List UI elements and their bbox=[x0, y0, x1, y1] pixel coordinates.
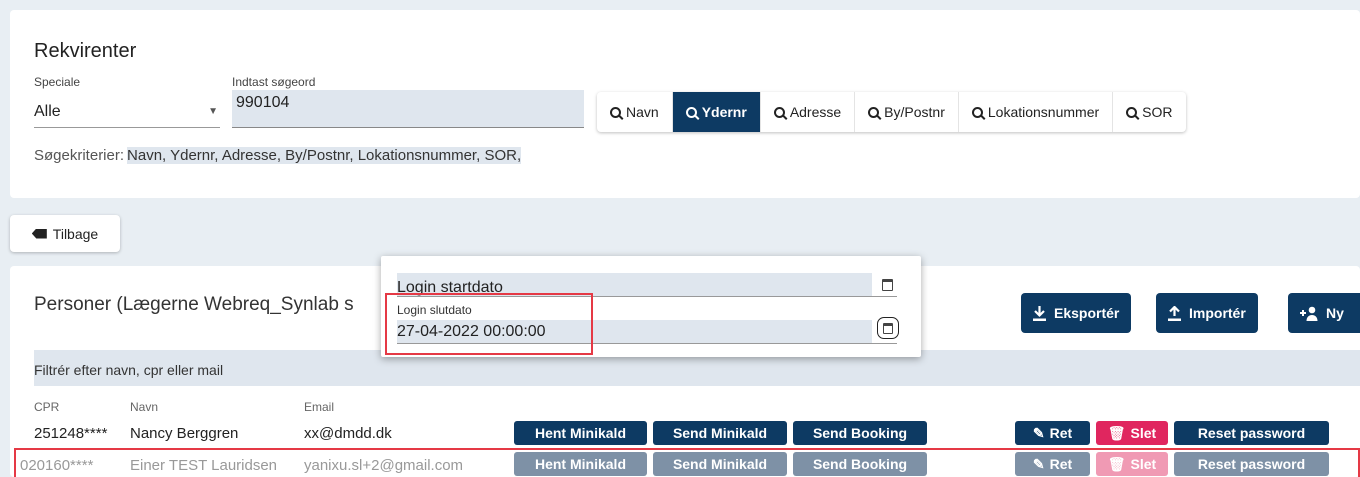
search-icon bbox=[610, 106, 621, 118]
search-ydernr-button[interactable]: Ydernr bbox=[672, 92, 761, 132]
column-header-navn: Navn bbox=[130, 400, 159, 414]
speciale-select[interactable]: Alle ▼ bbox=[34, 96, 220, 128]
search-navn-button[interactable]: Navn bbox=[597, 92, 673, 132]
row-email: xx@dmdd.dk bbox=[304, 425, 392, 442]
delete-label: Slet bbox=[1130, 425, 1157, 441]
chevron-down-icon: ▼ bbox=[208, 106, 218, 117]
search-icon bbox=[1126, 106, 1138, 118]
speciale-label: Speciale bbox=[34, 75, 81, 89]
search-field-buttons: Navn Ydernr Adresse By/Postnr Lokationsn… bbox=[597, 92, 1186, 132]
calendar-icon[interactable] bbox=[882, 279, 893, 291]
speciale-value: Alle bbox=[34, 102, 61, 120]
search-icon bbox=[685, 106, 697, 118]
filter-placeholder: Filtrér efter navn, cpr eller mail bbox=[34, 362, 224, 378]
trash-icon: 🗑 bbox=[1107, 424, 1126, 441]
search-icon bbox=[773, 106, 785, 118]
search-input-value: 990104 bbox=[236, 94, 290, 111]
search-panel: Rekvirenter Speciale Alle ▼ Indtast søge… bbox=[10, 10, 1360, 198]
send-booking-button[interactable]: Send Booking bbox=[793, 421, 927, 445]
search-navn-label: Navn bbox=[626, 104, 659, 120]
search-bypostnr-label: By/Postnr bbox=[884, 104, 945, 120]
persons-title: Personer (Lægerne Webreq_Synlab s bbox=[34, 294, 354, 315]
search-criteria: Søgekriterier: Navn, Ydernr, Adresse, By… bbox=[34, 147, 522, 164]
edit-button[interactable]: ✎ Ret bbox=[1015, 421, 1090, 445]
hent-minikald-button[interactable]: Hent Minikald bbox=[514, 421, 647, 445]
send-minikald-button[interactable]: Send Minikald bbox=[653, 421, 787, 445]
search-lokationsnummer-button[interactable]: Lokationsnummer bbox=[959, 92, 1114, 132]
search-icon bbox=[971, 106, 983, 118]
search-lokationsnummer-label: Lokationsnummer bbox=[987, 104, 1100, 120]
edit-icon: ✎ bbox=[1032, 424, 1045, 441]
add-user-icon bbox=[1300, 306, 1318, 321]
criteria-value: Navn, Ydernr, Adresse, By/Postnr, Lokati… bbox=[127, 147, 522, 164]
search-icon bbox=[868, 106, 880, 118]
export-button[interactable]: Eksportér bbox=[1021, 293, 1132, 333]
search-sor-button[interactable]: SOR bbox=[1113, 92, 1185, 132]
upload-icon bbox=[1168, 305, 1181, 321]
import-button[interactable]: Importér bbox=[1156, 293, 1258, 333]
back-button-label: Tilbage bbox=[52, 225, 99, 242]
delete-button[interactable]: 🗑 Slet bbox=[1096, 421, 1168, 445]
calendar-icon[interactable] bbox=[877, 317, 899, 339]
search-adresse-button[interactable]: Adresse bbox=[761, 92, 856, 132]
back-button[interactable]: Tilbage bbox=[10, 215, 120, 252]
search-ydernr-label: Ydernr bbox=[701, 104, 747, 120]
page-title: Rekvirenter bbox=[34, 40, 137, 62]
column-header-email: Email bbox=[304, 400, 335, 414]
row-highlight-outline bbox=[14, 448, 1360, 477]
export-label: Eksportér bbox=[1054, 305, 1120, 321]
download-icon bbox=[1033, 305, 1046, 321]
backspace-icon bbox=[31, 228, 47, 239]
criteria-label: Søgekriterier: bbox=[34, 147, 125, 164]
search-label: Indtast søgeord bbox=[232, 75, 316, 89]
new-user-button[interactable]: Ny bbox=[1288, 293, 1360, 333]
row-cpr: 251248**** bbox=[34, 425, 108, 442]
new-user-label: Ny bbox=[1326, 305, 1344, 321]
edit-label: Ret bbox=[1049, 425, 1073, 441]
search-adresse-label: Adresse bbox=[789, 104, 842, 120]
import-label: Importér bbox=[1189, 305, 1246, 321]
column-header-cpr: CPR bbox=[34, 400, 60, 414]
reset-password-button[interactable]: Reset password bbox=[1174, 421, 1329, 445]
search-bypostnr-button[interactable]: By/Postnr bbox=[855, 92, 959, 132]
search-sor-label: SOR bbox=[1142, 104, 1173, 120]
row-name: Nancy Berggren bbox=[130, 425, 239, 442]
search-input[interactable]: 990104 bbox=[232, 90, 584, 128]
slutdato-highlight-outline bbox=[385, 293, 593, 355]
